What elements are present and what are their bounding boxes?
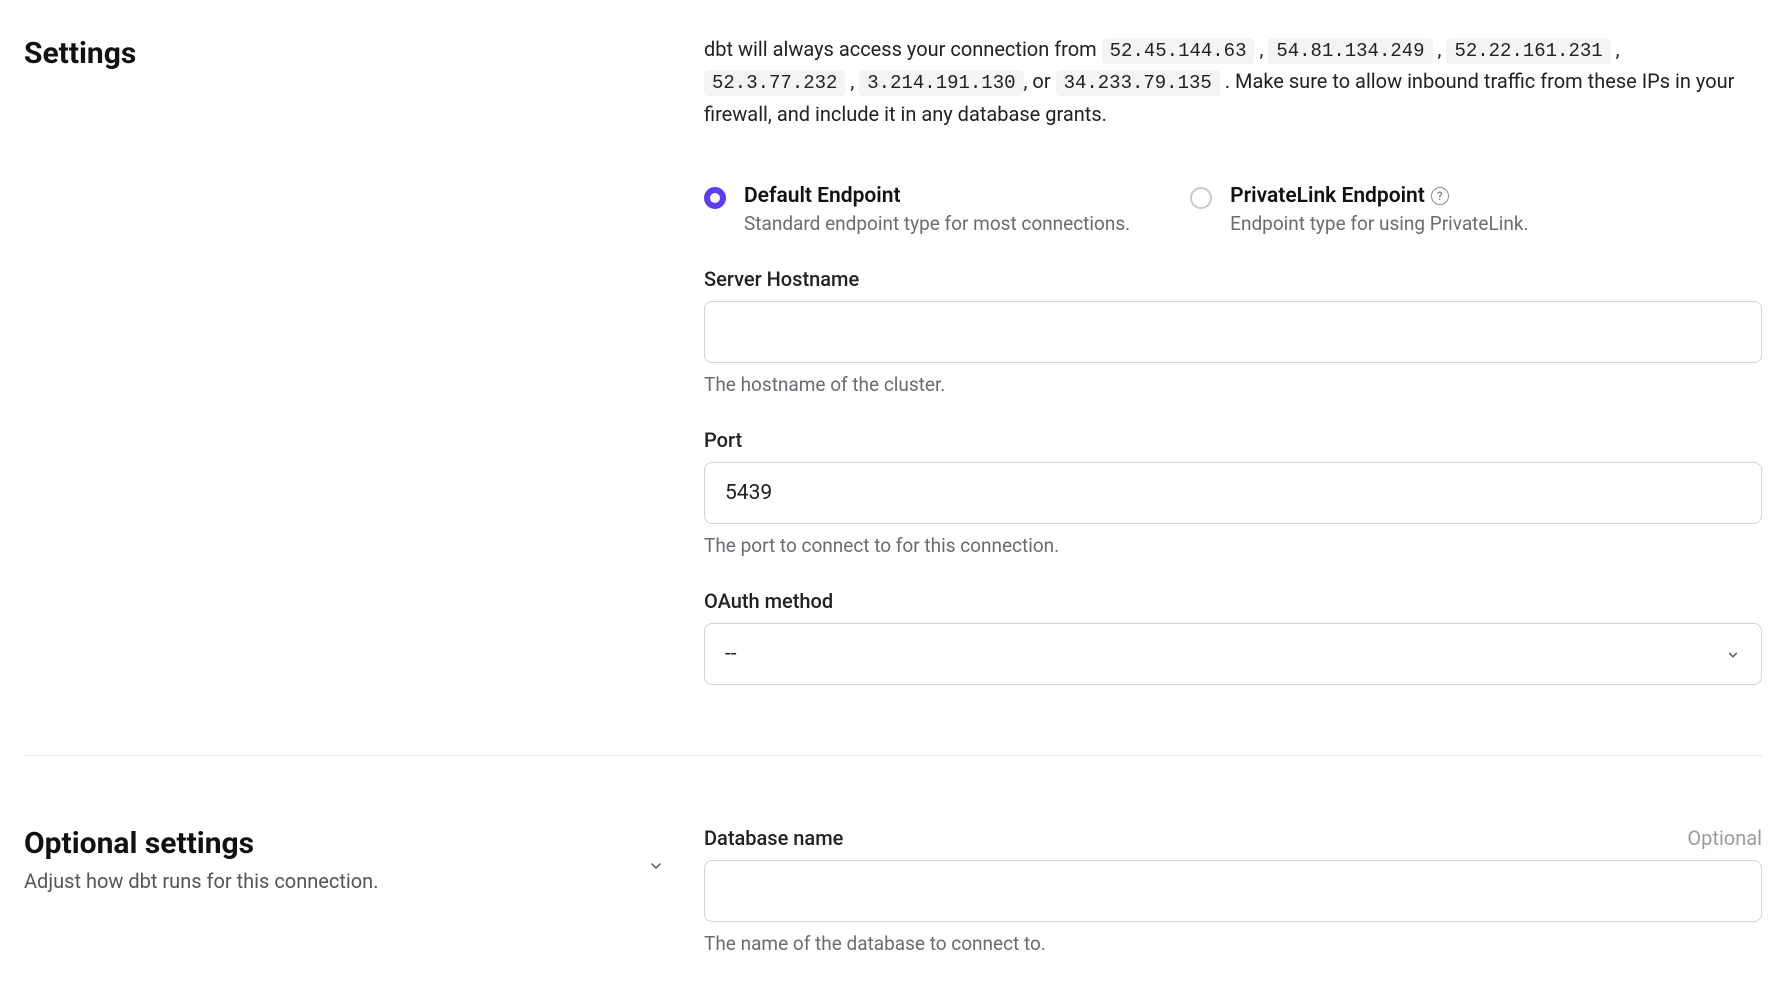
- ip-address: 52.3.77.232: [704, 70, 845, 96]
- hostname-field: Server Hostname The hostname of the clus…: [704, 267, 1762, 396]
- section-divider: [24, 755, 1762, 756]
- optional-right-col: Database name Optional The name of the d…: [704, 826, 1762, 955]
- dbname-label-row: Database name Optional: [704, 826, 1762, 850]
- endpoint-privatelink-option[interactable]: PrivateLink Endpoint ? Endpoint type for…: [1190, 184, 1528, 235]
- settings-left-col: Settings: [24, 20, 664, 685]
- oauth-field: OAuth method --: [704, 589, 1762, 685]
- radio-unselected-icon: [1190, 187, 1212, 209]
- port-field: Port The port to connect to for this con…: [704, 428, 1762, 557]
- endpoint-default-label: Default Endpoint: [744, 184, 1130, 208]
- ip-allowlist-note: dbt will always access your connection f…: [704, 34, 1762, 130]
- ip-sep-or: , or: [1024, 69, 1056, 93]
- chevron-down-icon[interactable]: [648, 858, 664, 878]
- ip-sep: ,: [845, 69, 859, 93]
- optional-header-text: Optional settings Adjust how dbt runs fo…: [24, 826, 379, 896]
- settings-right-col: dbt will always access your connection f…: [704, 20, 1762, 685]
- ip-sep: ,: [1611, 37, 1620, 61]
- endpoint-default-desc: Standard endpoint type for most connecti…: [744, 212, 1130, 235]
- optional-left-col: Optional settings Adjust how dbt runs fo…: [24, 826, 664, 955]
- endpoint-default-texts: Default Endpoint Standard endpoint type …: [744, 184, 1130, 235]
- oauth-select[interactable]: --: [704, 623, 1762, 685]
- ip-address: 3.214.191.130: [859, 70, 1023, 96]
- port-help: The port to connect to for this connecti…: [704, 534, 1762, 557]
- dbname-label: Database name: [704, 826, 843, 850]
- endpoint-privatelink-desc: Endpoint type for using PrivateLink.: [1230, 212, 1528, 235]
- oauth-label: OAuth method: [704, 589, 1762, 613]
- ip-address: 52.45.144.63: [1102, 38, 1255, 64]
- dbname-input[interactable]: [704, 860, 1762, 922]
- help-icon[interactable]: ?: [1431, 187, 1449, 205]
- dbname-field: Database name Optional The name of the d…: [704, 826, 1762, 955]
- endpoint-type-group: Default Endpoint Standard endpoint type …: [704, 184, 1762, 235]
- endpoint-privatelink-texts: PrivateLink Endpoint ? Endpoint type for…: [1230, 184, 1528, 235]
- ip-address: 54.81.134.249: [1268, 38, 1432, 64]
- hostname-help: The hostname of the cluster.: [704, 373, 1762, 396]
- port-label: Port: [704, 428, 1762, 452]
- endpoint-privatelink-label: PrivateLink Endpoint ?: [1230, 184, 1528, 208]
- dbname-help: The name of the database to connect to.: [704, 932, 1762, 955]
- ip-address: 52.22.161.231: [1446, 38, 1610, 64]
- settings-title: Settings: [24, 36, 664, 71]
- port-input[interactable]: [704, 462, 1762, 524]
- ip-address: 34.233.79.135: [1056, 70, 1220, 96]
- ip-sep: ,: [1254, 37, 1268, 61]
- optional-subtitle: Adjust how dbt runs for this connection.: [24, 867, 379, 896]
- intro-prefix: dbt will always access your connection f…: [704, 37, 1102, 61]
- endpoint-privatelink-label-text: PrivateLink Endpoint: [1230, 184, 1425, 208]
- ip-sep: ,: [1433, 37, 1447, 61]
- settings-layout: Settings dbt will always access your con…: [24, 20, 1762, 955]
- endpoint-default-option[interactable]: Default Endpoint Standard endpoint type …: [704, 184, 1130, 235]
- hostname-label: Server Hostname: [704, 267, 1762, 291]
- hostname-input[interactable]: [704, 301, 1762, 363]
- oauth-select-wrapper: --: [704, 613, 1762, 685]
- dbname-optional-tag: Optional: [1687, 826, 1762, 850]
- optional-header-row[interactable]: Optional settings Adjust how dbt runs fo…: [24, 826, 664, 896]
- optional-title: Optional settings: [24, 826, 379, 861]
- radio-selected-icon: [704, 187, 726, 209]
